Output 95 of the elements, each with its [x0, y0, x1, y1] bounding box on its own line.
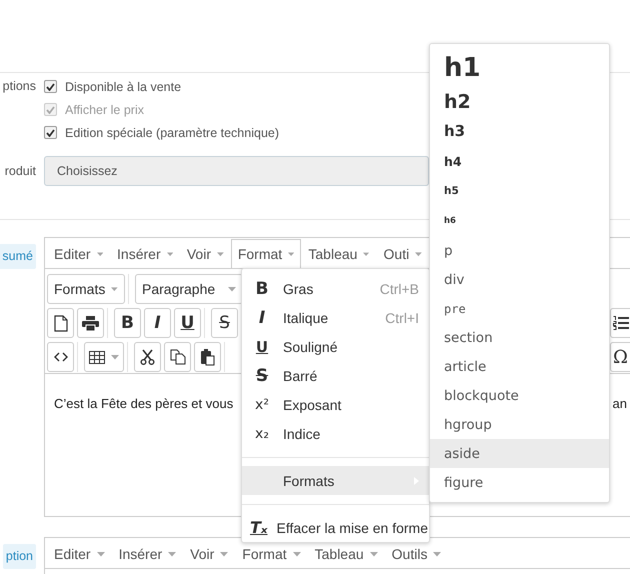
caret-icon [111, 354, 119, 360]
paste-icon [200, 348, 215, 366]
format-option[interactable]: h3 [430, 116, 609, 146]
checkbox-label: Disponible à la vente [65, 80, 182, 94]
menu-tab[interactable]: Tableau [308, 539, 385, 568]
menu-item[interactable]: Tₓ Effacer la mise en forme [242, 513, 429, 542]
paste-button[interactable] [194, 342, 221, 372]
subscript-icon: x₂ [250, 426, 274, 442]
bold-icon: B [250, 278, 274, 298]
format-option[interactable]: h5 [430, 176, 609, 206]
menu-tab[interactable]: Outils [384, 539, 448, 568]
menu-item[interactable]: x₂ Indice [242, 419, 429, 448]
strike-icon: S [250, 366, 274, 386]
menu-tab[interactable]: Format [230, 239, 302, 268]
caret-icon [415, 252, 422, 256]
caret-icon [168, 552, 176, 556]
menu-tab[interactable]: Editer [47, 239, 110, 268]
menu-item[interactable]: x² Exposant [242, 390, 429, 419]
check-icon [46, 106, 55, 114]
format-option[interactable]: div [430, 265, 609, 294]
editor-text: C’est la Fête des pères et vous [54, 396, 234, 413]
checkbox[interactable] [44, 126, 57, 139]
menu-tab[interactable]: Insérer [112, 539, 184, 568]
menu-item[interactable]: U Souligné [242, 332, 429, 361]
copy-button[interactable] [164, 342, 191, 372]
product-select[interactable]: Choisissez [44, 156, 429, 186]
menu-tab[interactable]: Voir [183, 539, 236, 568]
caret-icon [216, 252, 224, 256]
ordered-list-button[interactable] [610, 308, 630, 338]
caret-icon [363, 252, 370, 256]
format-option[interactable]: article [430, 352, 609, 381]
underline-icon: U [250, 338, 274, 356]
caret-icon [96, 552, 105, 556]
format-option[interactable]: aside [430, 439, 609, 468]
checkbox-label: Edition spéciale (paramètre technique) [65, 126, 280, 140]
menu-tab[interactable]: Tableau [301, 239, 377, 268]
format-dropdown[interactable]: Formats [47, 274, 125, 304]
editor-text: an [612, 396, 627, 413]
caret-icon [111, 286, 118, 292]
menu-item[interactable]: B Gras Ctrl+B [242, 274, 429, 303]
submenu-item[interactable]: Formats [242, 466, 429, 495]
code-button[interactable] [47, 342, 74, 372]
numbered-list-icon [613, 316, 629, 330]
format-option[interactable]: h1 [430, 48, 609, 88]
field-label: ption [2, 544, 36, 569]
format-option[interactable]: p [430, 236, 609, 265]
print-icon [82, 316, 99, 330]
menu-tab[interactable]: Format [235, 539, 308, 568]
cut-button[interactable] [134, 342, 161, 372]
bold-button[interactable]: B [114, 308, 141, 338]
check-icon [46, 82, 55, 90]
caret-icon [292, 552, 301, 556]
copy-icon [170, 349, 186, 365]
caret-icon [288, 252, 294, 256]
caret-icon [220, 552, 228, 556]
checkbox[interactable] [44, 80, 57, 93]
format-option[interactable]: hgroup [430, 410, 609, 439]
caret-icon [433, 552, 442, 556]
clear-icon: Tₓ [250, 518, 268, 537]
check-icon [46, 128, 55, 136]
menu-item[interactable]: S Barré [242, 361, 429, 390]
symbol-button[interactable]: Ω [610, 342, 630, 372]
underline-button[interactable]: U [174, 308, 201, 338]
menu-tab[interactable]: Voir [180, 239, 231, 268]
format-option[interactable]: pre [430, 294, 609, 323]
table-button[interactable] [84, 342, 124, 372]
format-option[interactable]: figure [430, 468, 609, 497]
print-button[interactable] [77, 308, 104, 338]
caret-icon [370, 552, 378, 556]
caret-icon [166, 252, 173, 256]
format-option[interactable]: h6 [430, 206, 609, 236]
field-label: ptions [2, 78, 36, 95]
field-label: sumé [0, 244, 36, 269]
superscript-icon: x² [250, 396, 274, 412]
italic-icon: I [250, 308, 274, 328]
caret-icon [96, 252, 104, 256]
scissors-icon [140, 349, 155, 365]
format-option[interactable]: h4 [430, 146, 609, 176]
italic-button[interactable]: I [144, 308, 171, 338]
code-icon [54, 352, 68, 362]
format-option[interactable]: section [430, 323, 609, 352]
menu-tab[interactable]: Outi [376, 239, 429, 268]
document-icon [54, 314, 68, 332]
table-icon [89, 350, 105, 364]
caret-icon [228, 286, 236, 292]
format-dropdown[interactable]: Paragraphe [135, 274, 243, 304]
menu-tab[interactable]: Insérer [110, 239, 180, 268]
menu-tab[interactable]: Editer [47, 539, 112, 568]
new-document-button[interactable] [47, 308, 74, 338]
format-option[interactable]: blockquote [430, 381, 609, 410]
checkbox-label: Afficher le prix [65, 102, 144, 116]
strike-button[interactable]: S [211, 308, 238, 338]
format-option[interactable]: h2 [430, 88, 609, 116]
field-label: roduit [4, 162, 36, 180]
menu-item[interactable]: I Italique Ctrl+I [242, 303, 429, 332]
